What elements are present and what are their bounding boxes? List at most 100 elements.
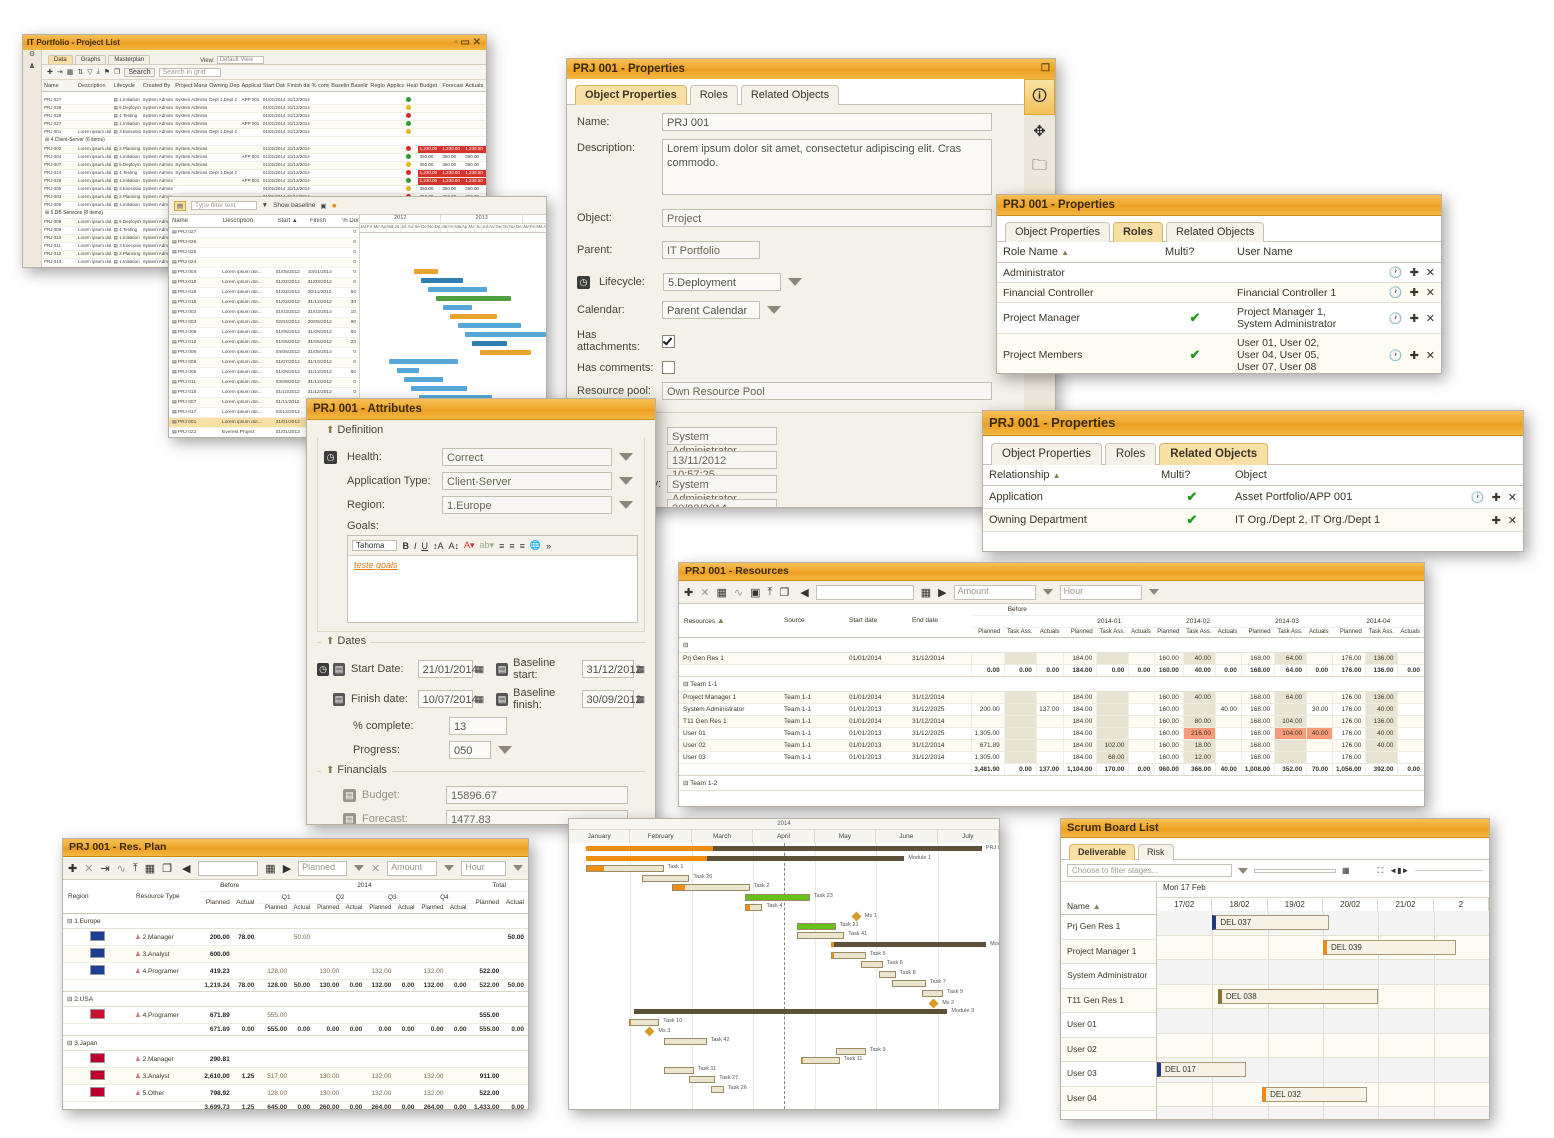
unit-select[interactable]: Hour bbox=[1059, 584, 1142, 600]
list-item[interactable]: ▤ PRJ 019 Lorem ipsum dol... 01/02/2012 30/… bbox=[169, 288, 359, 298]
attributes-window[interactable]: PRJ 001 - Attributes ⬆ Definition ◷ Healt… bbox=[306, 398, 656, 825]
scrum-row-name[interactable]: Project Manager 1 bbox=[1061, 939, 1156, 964]
col-multi[interactable]: Multi? bbox=[1159, 242, 1231, 263]
pct-complete-input[interactable]: 13 bbox=[449, 717, 507, 735]
gantt-bar[interactable] bbox=[389, 359, 458, 364]
restore-icon[interactable]: ❐ bbox=[1041, 59, 1050, 79]
col-resources[interactable]: Resources ▲ bbox=[679, 604, 780, 638]
table-row[interactable]: Application ✔ Asset Portfolio/APP 001 🕐 ✚ ✕ bbox=[983, 485, 1523, 509]
scrum-deliverable-bar[interactable]: DEL 038 bbox=[1217, 988, 1379, 1004]
budget-input[interactable]: 15896.67 bbox=[446, 786, 628, 804]
scrum-row-name[interactable]: User 04 bbox=[1061, 1086, 1156, 1111]
scrum-row-timeline[interactable]: DEL 037 bbox=[1157, 911, 1489, 936]
group-row[interactable]: ⊟ bbox=[679, 637, 1424, 653]
sub-col-header[interactable]: Planned bbox=[1332, 627, 1366, 638]
scrum-row-name[interactable]: System Administrator bbox=[1061, 964, 1156, 989]
table-row[interactable]: Project Manager 1 Team 1-1 01/01/2014 31/12… bbox=[679, 691, 1424, 704]
portfolio-col-header[interactable]: Start Date bbox=[261, 83, 285, 89]
tab-risk[interactable]: Risk bbox=[1138, 844, 1174, 860]
portfolio-col-header[interactable]: Created By bbox=[141, 83, 173, 89]
stage-filter-input[interactable]: Choose to filter stages... bbox=[1067, 864, 1232, 877]
scrum-row-name[interactable]: User 01 bbox=[1061, 1013, 1156, 1038]
gantt-bar[interactable] bbox=[796, 922, 836, 930]
clear-icon[interactable]: ✕ bbox=[371, 862, 380, 875]
table-row[interactable]: PRJ 005 Lorem ipsum dol... ▤ 3.Execution Sy… bbox=[42, 186, 486, 194]
scrum-name-list[interactable]: Prj Gen Res 1 Project Manager 1 System Adm… bbox=[1061, 915, 1156, 1119]
gantt-bar[interactable] bbox=[878, 970, 896, 978]
col-resource-type[interactable]: Resource Type bbox=[131, 880, 201, 914]
tab-masterplan[interactable]: Masterplan bbox=[108, 55, 151, 64]
chevron-down-icon[interactable] bbox=[1148, 589, 1159, 595]
portfolio-col-header[interactable]: Health bbox=[404, 83, 417, 89]
portfolio-tabs[interactable]: Data Graphs Masterplan View: Default Vie… bbox=[42, 50, 486, 65]
info-icon[interactable]: 🛈 bbox=[1024, 79, 1055, 115]
sub-col-header[interactable]: Actual bbox=[233, 891, 259, 914]
table-row[interactable]: Financial Controller Financial Controller… bbox=[997, 282, 1441, 303]
group-row[interactable]: ⊟ Team 1-2 bbox=[679, 775, 1424, 791]
list-item[interactable]: ▤ PRJ 016 Lorem ipsum dol... 01/10/2012 31/… bbox=[169, 388, 359, 398]
parent-input[interactable]: IT Portfolio bbox=[662, 241, 760, 259]
align-left-icon[interactable]: ≡ bbox=[499, 541, 504, 551]
description-input[interactable]: Lorem ipsum dolor sit amet, consectetur … bbox=[662, 139, 992, 195]
scrum-filter-bar[interactable]: Choose to filter stages... ▦ ⛶ ◄▮► bbox=[1061, 860, 1489, 882]
grid-icon[interactable]: ▦ bbox=[716, 586, 726, 599]
gantt-bar[interactable] bbox=[831, 951, 866, 959]
table-row[interactable]: ♟ 2.Manager 290.81 bbox=[63, 1050, 528, 1068]
gantt-bar[interactable] bbox=[745, 894, 810, 901]
sub-col-header[interactable]: Planned bbox=[201, 891, 234, 914]
col-relationship[interactable]: Relationship ▲ bbox=[983, 465, 1155, 486]
resources-window[interactable]: PRJ 001 - Resources ✚ ✕ ▦ ∿ ▣ ⤒ ❐ ◀ ▦ ▶ … bbox=[678, 562, 1425, 807]
list-item[interactable]: ▤ PRJ 006 Lorem ipsum dol... 04/06/2012 31/… bbox=[169, 348, 359, 358]
table-row[interactable]: Prj Gen Res 1 01/01/2014 31/12/2014 184.00 1… bbox=[679, 652, 1424, 665]
scrum-row-timeline[interactable]: DEL 017 bbox=[1157, 1058, 1489, 1083]
resplan-toolbar[interactable]: ✚ ✕ ⇥ ∿ ⤒ ▦ ❐ ◀ ▦ ▶ Planned ✕ Amount Hou… bbox=[63, 857, 528, 880]
increase-font-icon[interactable]: ↕A bbox=[433, 541, 444, 551]
roles-grid[interactable]: Role Name ▲ Multi? User Name Administrat… bbox=[997, 242, 1441, 373]
table-row[interactable]: ♟ 4.Programer 419.23 128.00 130.00 132.00 132… bbox=[63, 962, 528, 980]
chevron-down-icon[interactable] bbox=[1042, 589, 1053, 595]
decrease-font-icon[interactable]: A↕ bbox=[449, 541, 460, 551]
tab-roles[interactable]: Roles bbox=[689, 85, 738, 105]
gantt-bar[interactable] bbox=[586, 846, 982, 851]
scrum-row-timeline[interactable] bbox=[1157, 960, 1489, 985]
sub-col-header[interactable]: Actual bbox=[447, 903, 471, 914]
person-icon[interactable]: ♟ bbox=[23, 62, 41, 74]
prev-icon[interactable]: ◀ bbox=[800, 586, 808, 599]
table-row[interactable]: PRJ 027▤ 1.InitiationSystem Adminis...Sy… bbox=[42, 121, 486, 129]
underline-icon[interactable]: U bbox=[421, 541, 428, 551]
table-row[interactable]: PRJ 004 Lorem ipsum dol... ▤ 1.Initiation S… bbox=[42, 154, 486, 162]
gantt-bar[interactable] bbox=[633, 1009, 948, 1015]
filter-icon[interactable]: ▽ bbox=[87, 68, 92, 76]
calendar-icon[interactable]: ▦ bbox=[921, 586, 931, 599]
copy-icon[interactable]: ❐ bbox=[114, 68, 120, 76]
link-icon[interactable]: 🌐 bbox=[530, 540, 541, 551]
filter-icon[interactable]: ▤ bbox=[174, 200, 187, 211]
copy-icon[interactable]: ❐ bbox=[162, 862, 172, 875]
scrum-deliverable-bar[interactable]: DEL 039 bbox=[1323, 939, 1456, 955]
move-icon[interactable]: ⇥ bbox=[100, 862, 109, 875]
scrum-row-timeline[interactable] bbox=[1157, 1009, 1489, 1034]
chevron-down-icon[interactable] bbox=[619, 501, 633, 509]
portfolio-column-headers[interactable]: Name Description Lifecycle Created By Projec… bbox=[42, 80, 486, 92]
row-actions[interactable]: 🕐 ✚ ✕ bbox=[1421, 485, 1523, 509]
gantt-bar[interactable] bbox=[396, 368, 419, 373]
export-icon[interactable]: ⤒ bbox=[133, 862, 138, 875]
unit-select[interactable]: Hour bbox=[461, 860, 506, 876]
table-row[interactable]: Administrator 🕐 ✚ ✕ bbox=[997, 262, 1441, 283]
portfolio-col-header[interactable]: Baseline finish bbox=[349, 83, 369, 89]
tab-roles[interactable]: Roles bbox=[1112, 222, 1163, 242]
group-row[interactable]: ⊟ 3.Japan bbox=[63, 1035, 528, 1051]
row-actions[interactable]: 🕐 ✚ ✕ bbox=[1349, 282, 1441, 303]
list-item[interactable]: ▤ PRJ 008 Lorem ipsum dol... 01/05/2012 31/… bbox=[169, 328, 359, 338]
portfolio-col-header[interactable]: Application Type bbox=[385, 83, 405, 89]
align-center-icon[interactable]: ≡ bbox=[509, 541, 514, 551]
sub-col-header[interactable]: Planned bbox=[1241, 627, 1275, 638]
goals-text[interactable]: teste goals bbox=[348, 556, 637, 574]
scrum-row-name[interactable]: Prj Gen Res 1 bbox=[1061, 915, 1156, 940]
delete-icon[interactable]: ✕ bbox=[1426, 313, 1435, 325]
gantt-bar[interactable] bbox=[663, 1066, 694, 1074]
portfolio-group-row[interactable]: ⊞ 4.Client-Server (6 items) bbox=[42, 137, 486, 146]
group-row[interactable]: ⊟ 1.Europe bbox=[63, 913, 528, 929]
gantt-list-headers[interactable]: NameDescriptionStart ▲Finish% Done bbox=[169, 215, 359, 228]
calendar-icon[interactable]: ▦ bbox=[637, 694, 646, 705]
